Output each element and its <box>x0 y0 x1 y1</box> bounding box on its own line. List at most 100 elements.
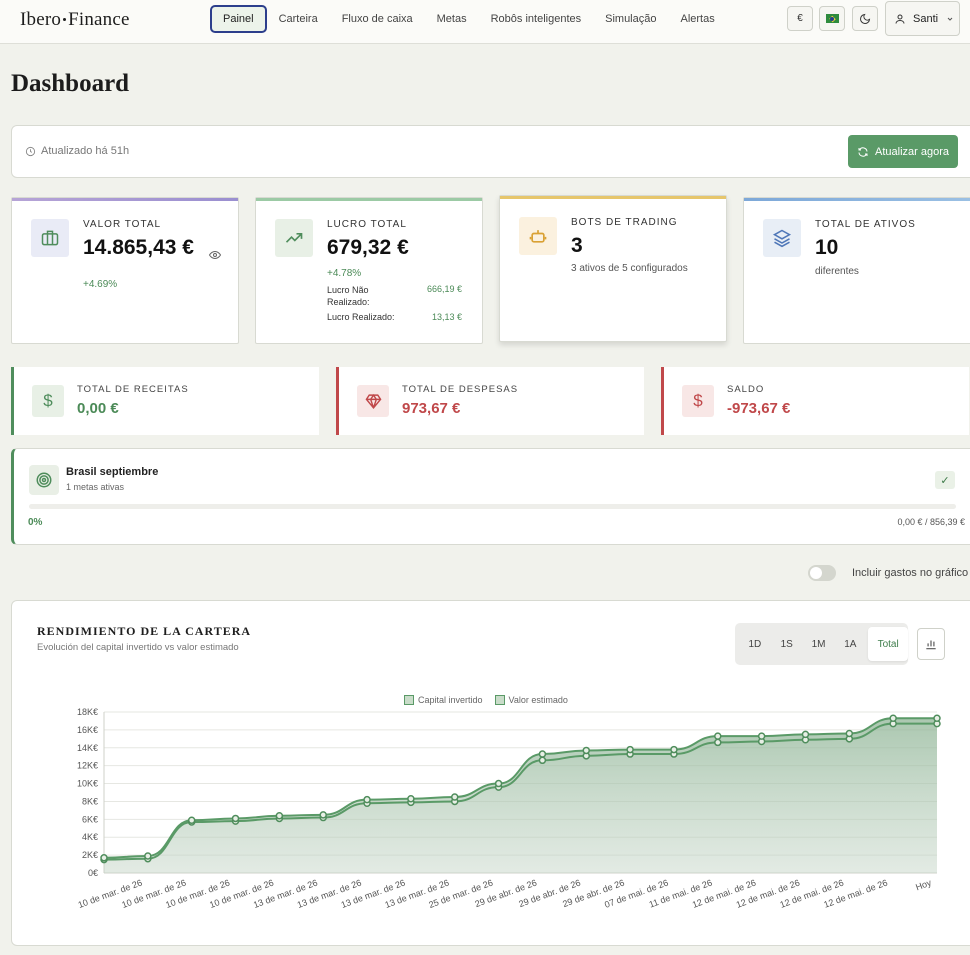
range-1s-button[interactable]: 1S <box>771 627 803 661</box>
data-point <box>801 730 810 739</box>
total-expenses-value: 973,67 € <box>402 400 461 417</box>
legend-item[interactable]: Capital invertido <box>404 695 483 705</box>
balance-value: -973,67 € <box>727 400 791 417</box>
last-updated-text: Atualizado há 51h <box>41 145 130 157</box>
refresh-now-label: Atualizar agora <box>875 145 949 158</box>
x-tick-label: Hoy <box>914 877 933 892</box>
y-tick-label: 4K€ <box>82 832 98 842</box>
range-1d-button[interactable]: 1D <box>739 627 771 661</box>
data-point <box>714 732 722 740</box>
total-assets-label: TOTAL DE ATIVOS <box>815 219 916 230</box>
range-1a-button[interactable]: 1A <box>834 627 866 661</box>
y-tick-label: 6K€ <box>82 814 98 824</box>
user-name: Santi <box>913 12 939 25</box>
user-menu-button[interactable]: Santi <box>885 1 960 36</box>
trading-bots-card[interactable]: BOTS DE TRADING 3 3 ativos de 5 configur… <box>499 195 727 342</box>
eye-icon[interactable] <box>208 249 222 261</box>
goal-progress-bar <box>29 504 956 509</box>
check-icon[interactable]: ✓ <box>935 471 955 489</box>
legend-item[interactable]: Valor estimado <box>494 695 568 705</box>
y-tick-label: 2K€ <box>82 850 98 860</box>
nav-painel[interactable]: Painel <box>210 5 267 33</box>
total-assets-sub: diferentes <box>815 266 859 277</box>
total-value-label: VALOR TOTAL <box>83 219 162 230</box>
goal-progress-pct: 0% <box>28 517 43 528</box>
y-tick-label: 0€ <box>88 868 98 878</box>
chart-title: RENDIMIENTO DE LA CARTERA <box>37 624 252 638</box>
chart-subtitle: Evolución del capital invertido vs valor… <box>37 642 239 653</box>
total-profit-amount: 679,32 € <box>327 236 409 259</box>
chart-type-button[interactable] <box>917 628 945 660</box>
page-title: Dashboard <box>11 70 130 97</box>
moon-icon <box>860 13 871 24</box>
y-tick-label: 12K€ <box>77 761 98 771</box>
goal-amount: 0,00 € / 856,39 € <box>897 517 965 527</box>
data-point <box>319 811 327 819</box>
goal-sub: 1 metas ativas <box>66 482 125 492</box>
nav-simulacao[interactable]: Simulação <box>593 5 668 33</box>
user-icon <box>895 14 905 24</box>
update-bar: Atualizado há 51h Atualizar agora <box>11 125 970 178</box>
layers-icon <box>763 219 801 257</box>
y-tick-label: 14K€ <box>77 743 98 753</box>
data-point <box>407 795 415 803</box>
nav-fluxo-de-caixa[interactable]: Fluxo de caixa <box>330 5 425 33</box>
trading-bots-label: BOTS DE TRADING <box>571 217 678 228</box>
include-expenses-toggle-row: Incluir gastos no gráfico <box>808 565 968 581</box>
nav-carteira[interactable]: Carteira <box>267 5 330 33</box>
unrealized-profit-label: Lucro Não Realizado: <box>327 285 370 307</box>
total-income-label: TOTAL DE RECEITAS <box>77 384 189 395</box>
total-profit-pct: +4.78% <box>327 268 362 279</box>
realized-profit-value: 13,13 € <box>431 312 462 322</box>
y-tick-label: 18K€ <box>77 707 98 717</box>
balance-label: SALDO <box>727 384 765 395</box>
data-point <box>582 746 591 755</box>
range-1m-button[interactable]: 1M <box>803 627 835 661</box>
realized-profit-label: Lucro Realizado: <box>327 312 395 322</box>
dollar-icon: $ <box>682 385 714 417</box>
unrealized-profit-value: 666,19 € <box>426 284 462 294</box>
data-point <box>714 738 722 747</box>
total-expenses-label: TOTAL DE DESPESAS <box>402 384 519 395</box>
nav-metas[interactable]: Metas <box>425 5 479 33</box>
range-total-button[interactable]: Total <box>868 627 909 661</box>
chart-legend: Capital invertido Valor estimado <box>404 695 568 705</box>
realized-profit-row: Lucro Realizado: 13,13 € <box>327 312 462 322</box>
bar-chart-icon <box>926 640 936 650</box>
data-point <box>231 814 240 823</box>
brand-logo[interactable]: Ibero Finance <box>20 9 130 31</box>
y-tick-label: 10K€ <box>77 779 98 789</box>
data-point <box>275 812 284 820</box>
total-assets-card: TOTAL DE ATIVOS 10 diferentes <box>743 197 970 344</box>
top-navbar: Ibero Finance Painel Carteira Fluxo de ca… <box>0 0 970 44</box>
language-button[interactable] <box>819 6 845 31</box>
chevron-down-icon <box>947 17 953 21</box>
total-profit-card: LUCRO TOTAL 679,32 € +4.78% Lucro Não Re… <box>255 197 483 344</box>
total-value-card: VALOR TOTAL 14.865,43 € +4.69% <box>11 197 239 344</box>
refresh-now-button[interactable]: Atualizar agora <box>848 135 958 168</box>
total-expenses-card: TOTAL DE DESPESAS 973,67 € <box>336 367 644 435</box>
data-point <box>363 795 371 804</box>
main-nav: Painel Carteira Fluxo de caixa Metas Rob… <box>210 5 727 33</box>
bot-icon <box>519 217 557 255</box>
refresh-icon <box>858 146 868 157</box>
data-point <box>889 714 897 723</box>
unrealized-profit-row: Lucro Não Realizado: 666,19 € <box>327 284 462 308</box>
currency-label: € <box>797 13 803 24</box>
nav-robos-inteligentes[interactable]: Robôs inteligentes <box>479 5 594 33</box>
legend-swatch <box>404 695 414 705</box>
total-assets-count: 10 <box>815 236 839 259</box>
portfolio-performance-card: 0€ 2K€ 4K€ 6K€ 8K€ 10K€ 12K€ 14K€ 16K€ 18K€ 10 de … <box>11 600 970 946</box>
currency-button[interactable]: € <box>787 6 813 31</box>
trading-bots-sub: 3 ativos de 5 configurados <box>571 263 688 274</box>
legend-swatch <box>494 695 505 705</box>
estimated-value-area <box>104 718 937 873</box>
dollar-icon: $ <box>32 385 64 417</box>
theme-toggle-button[interactable] <box>852 6 878 31</box>
target-icon <box>29 465 59 495</box>
total-value-pct: +4.69% <box>83 279 118 290</box>
include-expenses-toggle[interactable] <box>808 565 836 581</box>
total-value-amount: 14.865,43 € <box>83 236 194 259</box>
goal-card[interactable]: Brasil septiembre 1 metas ativas ✓ 0% 0,… <box>11 448 970 545</box>
nav-alertas[interactable]: Alertas <box>668 5 726 33</box>
